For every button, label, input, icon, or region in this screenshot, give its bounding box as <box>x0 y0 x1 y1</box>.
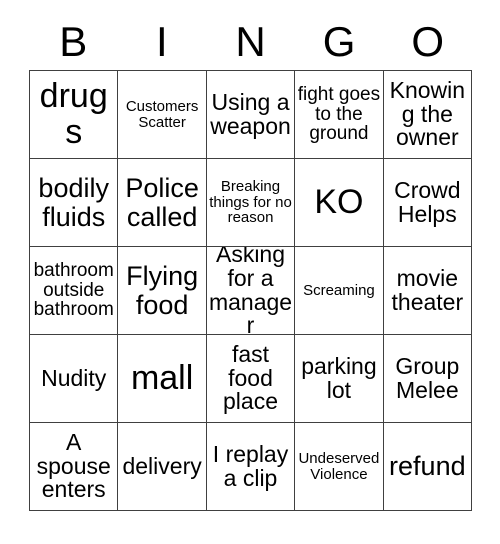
bingo-cell-label: Undeserved Violence <box>298 449 380 483</box>
bingo-cell[interactable]: Flying food <box>118 247 207 335</box>
bingo-cell[interactable]: Crowd Helps <box>383 159 473 247</box>
bingo-row: A spouse enters delivery I replay a clip… <box>30 423 473 511</box>
bingo-cell-label: A spouse enters <box>36 428 111 503</box>
bingo-cell-label: Knowing the owner <box>389 76 466 151</box>
bingo-cell-label: KO <box>314 182 364 221</box>
bingo-cell[interactable]: I replay a clip <box>206 423 296 511</box>
header-letter-g: G <box>322 18 356 65</box>
bingo-cell[interactable]: movie theater <box>383 247 473 335</box>
bingo-cell[interactable]: bodily fluids <box>30 159 119 247</box>
bingo-card: B I N G O drugs Customers Scatter Using … <box>29 14 473 511</box>
bingo-cell[interactable]: mall <box>118 335 207 423</box>
bingo-cell-label: Using a weapon <box>210 88 291 139</box>
header-letter-i: I <box>156 18 168 65</box>
bingo-cell[interactable]: parking lot <box>295 335 384 423</box>
bingo-cell[interactable]: drugs <box>30 71 119 159</box>
bingo-cell-label: bathroom outside bathroom <box>33 259 114 321</box>
header-letter-o: O <box>411 18 444 65</box>
bingo-cell-label: fight goes to the ground <box>297 83 381 145</box>
bingo-cell-label: Crowd Helps <box>394 176 461 227</box>
bingo-cell-label: movie theater <box>391 264 464 315</box>
bingo-cell-label: Customers Scatter <box>125 97 199 131</box>
bingo-cell-label: Police called <box>125 173 199 232</box>
bingo-cell-label: parking lot <box>301 352 377 403</box>
bingo-cell-label: bodily fluids <box>38 173 109 232</box>
bingo-cell-label: Screaming <box>303 281 375 299</box>
bingo-cell-label: Flying food <box>126 261 199 320</box>
bingo-cell[interactable]: Undeserved Violence <box>295 423 384 511</box>
bingo-cell[interactable]: Using a weapon <box>206 71 296 159</box>
bingo-grid: drugs Customers Scatter Using a weapon f… <box>29 70 473 511</box>
bingo-cell-label: Nudity <box>41 364 107 391</box>
bingo-cell[interactable]: Customers Scatter <box>118 71 207 159</box>
bingo-cell-label: delivery <box>122 452 202 479</box>
bingo-cell[interactable]: bathroom outside bathroom <box>30 247 119 335</box>
bingo-cell[interactable]: refund <box>383 423 473 511</box>
bingo-row: bodily fluids Police called Breaking thi… <box>30 159 473 247</box>
bingo-cell-label: drugs <box>39 77 108 151</box>
header-letter-b: B <box>59 18 88 65</box>
bingo-cell[interactable]: fight goes to the ground <box>295 71 384 159</box>
bingo-cell[interactable]: Asking for a manager <box>206 247 296 335</box>
bingo-cell[interactable]: Police called <box>118 159 207 247</box>
bingo-cell[interactable]: Group Melee <box>383 335 473 423</box>
header-letter-n: N <box>235 18 266 65</box>
bingo-cell[interactable]: A spouse enters <box>30 423 119 511</box>
bingo-cell[interactable]: Screaming <box>295 247 384 335</box>
bingo-row: Nudity mall fast food place parking lot … <box>30 335 473 423</box>
bingo-row: bathroom outside bathroom Flying food As… <box>30 247 473 335</box>
bingo-cell[interactable]: fast food place <box>206 335 296 423</box>
bingo-row: drugs Customers Scatter Using a weapon f… <box>30 71 473 159</box>
bingo-cell[interactable]: KO <box>295 159 384 247</box>
bingo-cell-label: refund <box>389 451 466 482</box>
bingo-cell[interactable]: Knowing the owner <box>383 71 473 159</box>
bingo-cell[interactable]: Breaking things for no reason <box>206 159 296 247</box>
bingo-cell-label: Asking for a manager <box>208 247 293 335</box>
bingo-cell-label: I replay a clip <box>212 440 289 491</box>
bingo-cell-label: Group Melee <box>395 352 460 403</box>
bingo-cell-label: mall <box>130 358 194 397</box>
bingo-cell-label: Breaking things for no reason <box>209 178 292 227</box>
bingo-header: B I N G O <box>29 14 472 70</box>
bingo-cell-label: fast food place <box>223 340 278 415</box>
bingo-cell[interactable]: delivery <box>118 423 207 511</box>
bingo-cell[interactable]: Nudity <box>30 335 119 423</box>
